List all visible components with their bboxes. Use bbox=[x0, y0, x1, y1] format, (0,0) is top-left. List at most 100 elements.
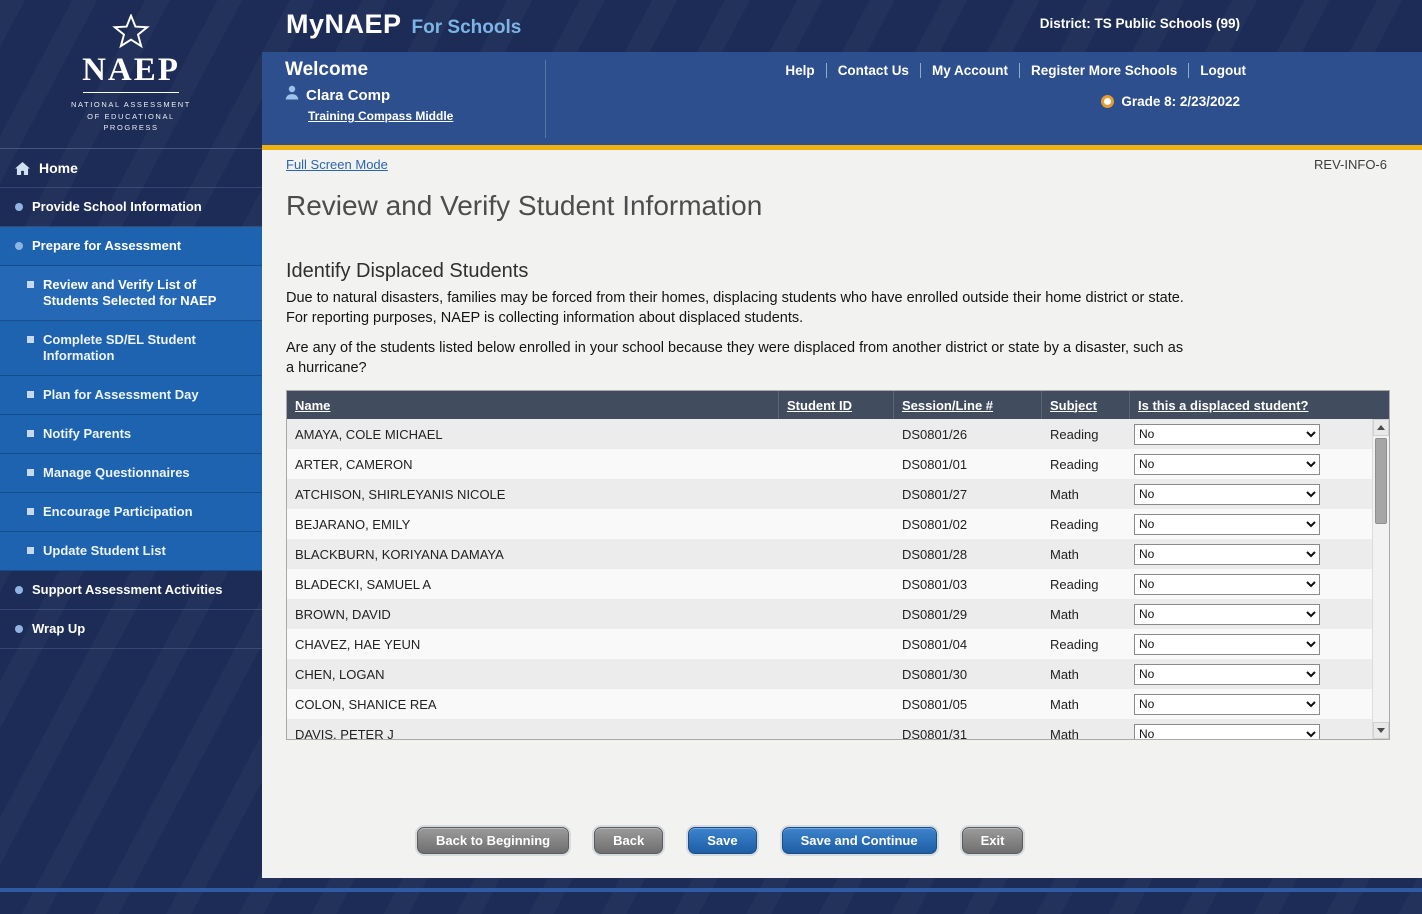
welcome-block: Welcome Clara Comp Training Compass Midd… bbox=[285, 59, 541, 125]
student-table-body: AMAYA, COLE MICHAEL DS0801/26 Reading No… bbox=[287, 419, 1372, 739]
table-scrollbar[interactable] bbox=[1372, 419, 1389, 739]
sidebar-item-encourage-participation[interactable]: Encourage Participation bbox=[0, 493, 262, 532]
square-bullet-icon bbox=[27, 469, 34, 476]
sidebar-item-plan-for-assessment-day[interactable]: Plan for Assessment Day bbox=[0, 376, 262, 415]
table-row: AMAYA, COLE MICHAEL DS0801/26 Reading No bbox=[287, 419, 1372, 449]
session-line-cell: DS0801/27 bbox=[894, 487, 1042, 502]
student-name-cell: BLADECKI, SAMUEL A bbox=[287, 577, 779, 592]
scroll-down-button[interactable] bbox=[1373, 722, 1389, 739]
square-bullet-icon bbox=[27, 391, 34, 398]
displaced-cell: No bbox=[1130, 544, 1372, 565]
naep-logo-text: NAEP bbox=[82, 53, 180, 88]
column-header-label: Student ID bbox=[787, 398, 852, 413]
naep-logo-caption: NATIONAL ASSESSMENT OF EDUCATIONAL PROGR… bbox=[71, 99, 191, 134]
sidebar-item-prepare-for-assessment[interactable]: Prepare for Assessment bbox=[0, 227, 262, 266]
column-header-label: Name bbox=[295, 398, 330, 413]
displaced-cell: No bbox=[1130, 454, 1372, 475]
session-line-cell: DS0801/29 bbox=[894, 607, 1042, 622]
session-line-cell: DS0801/05 bbox=[894, 697, 1042, 712]
grade-indicator: Grade 8: 2/23/2022 bbox=[1101, 94, 1240, 109]
student-name-cell: BEJARANO, EMILY bbox=[287, 517, 779, 532]
back-button[interactable]: Back bbox=[594, 827, 663, 854]
sidebar-item-review-and-verify-students[interactable]: Review and Verify List of Students Selec… bbox=[0, 266, 262, 321]
square-bullet-icon bbox=[27, 508, 34, 515]
sidebar-item-support-assessment-activities[interactable]: Support Assessment Activities bbox=[0, 571, 262, 610]
sidebar-item-update-student-list[interactable]: Update Student List bbox=[0, 532, 262, 571]
displaced-student-select[interactable]: No bbox=[1134, 724, 1320, 740]
displaced-cell: No bbox=[1130, 694, 1372, 715]
displaced-student-select[interactable]: No bbox=[1134, 634, 1320, 655]
sidebar-item-notify-parents[interactable]: Notify Parents bbox=[0, 415, 262, 454]
sidebar-item-manage-questionnaires[interactable]: Manage Questionnaires bbox=[0, 454, 262, 493]
sidebar-item-label: Prepare for Assessment bbox=[32, 238, 181, 254]
subject-cell: Math bbox=[1042, 727, 1130, 740]
column-header-subject[interactable]: Subject bbox=[1042, 391, 1130, 419]
mynaep-app: MyNAEP For Schools District: TS Public S… bbox=[0, 0, 1422, 914]
logo-caption-line: NATIONAL ASSESSMENT bbox=[71, 100, 191, 109]
sidebar-item-label: Home bbox=[39, 160, 78, 176]
table-header: Name Student ID Session/Line # Subject I… bbox=[287, 391, 1389, 419]
scrollbar-thumb[interactable] bbox=[1375, 438, 1387, 524]
session-line-cell: DS0801/26 bbox=[894, 427, 1042, 442]
exit-button[interactable]: Exit bbox=[962, 827, 1024, 854]
displaced-cell: No bbox=[1130, 574, 1372, 595]
contact-us-link[interactable]: Contact Us bbox=[827, 63, 921, 78]
save-and-continue-button[interactable]: Save and Continue bbox=[782, 827, 937, 854]
student-name-cell: DAVIS, PETER J bbox=[287, 727, 779, 740]
sidebar-item-label: Provide School Information bbox=[32, 199, 202, 215]
district-label: District: TS Public Schools (99) bbox=[1040, 16, 1240, 31]
square-bullet-icon bbox=[27, 281, 34, 288]
displaced-cell: No bbox=[1130, 514, 1372, 535]
column-header-displaced[interactable]: Is this a displaced student? bbox=[1130, 391, 1389, 419]
logo-caption-line: PROGRESS bbox=[103, 123, 158, 132]
content-meta-row: Full Screen Mode REV-INFO-6 bbox=[286, 156, 1387, 172]
scroll-up-arrow-icon bbox=[1377, 425, 1385, 430]
scroll-down-arrow-icon bbox=[1377, 728, 1385, 733]
register-more-schools-link[interactable]: Register More Schools bbox=[1020, 63, 1189, 78]
school-name-link[interactable]: Training Compass Middle bbox=[308, 109, 453, 123]
circle-bullet-icon bbox=[15, 586, 23, 594]
displaced-student-select[interactable]: No bbox=[1134, 544, 1320, 565]
table-row: BROWN, DAVID DS0801/29 Math No bbox=[287, 599, 1372, 629]
column-header-name[interactable]: Name bbox=[287, 391, 779, 419]
logout-link[interactable]: Logout bbox=[1189, 63, 1246, 78]
table-row: ATCHISON, SHIRLEYANIS NICOLE DS0801/27 M… bbox=[287, 479, 1372, 509]
home-icon bbox=[15, 162, 30, 175]
table-row: COLON, SHANICE REA DS0801/05 Math No bbox=[287, 689, 1372, 719]
header-nav: Help Contact Us My Account Register More… bbox=[774, 63, 1246, 78]
sidebar-item-home[interactable]: Home bbox=[0, 149, 262, 188]
sidebar-item-provide-school-information[interactable]: Provide School Information bbox=[0, 188, 262, 227]
save-button[interactable]: Save bbox=[688, 827, 756, 854]
displaced-student-select[interactable]: No bbox=[1134, 604, 1320, 625]
welcome-divider bbox=[545, 60, 546, 138]
welcome-label: Welcome bbox=[285, 59, 541, 81]
displaced-student-select[interactable]: No bbox=[1134, 424, 1320, 445]
back-to-beginning-button[interactable]: Back to Beginning bbox=[417, 827, 569, 854]
student-name-cell: CHAVEZ, HAE YEUN bbox=[287, 637, 779, 652]
session-line-cell: DS0801/03 bbox=[894, 577, 1042, 592]
displaced-student-select[interactable]: No bbox=[1134, 484, 1320, 505]
prepare-for-assessment-section: Prepare for Assessment Review and Verify… bbox=[0, 227, 262, 571]
table-body-viewport: AMAYA, COLE MICHAEL DS0801/26 Reading No… bbox=[287, 419, 1389, 739]
column-header-student-id[interactable]: Student ID bbox=[779, 391, 894, 419]
my-account-link[interactable]: My Account bbox=[921, 63, 1020, 78]
grade-label: Grade 8: 2/23/2022 bbox=[1121, 94, 1240, 109]
displaced-student-select[interactable]: No bbox=[1134, 664, 1320, 685]
sidebar-item-complete-sdel-information[interactable]: Complete SD/EL Student Information bbox=[0, 321, 262, 376]
column-header-session-line[interactable]: Session/Line # bbox=[894, 391, 1042, 419]
content-area: Full Screen Mode REV-INFO-6 Review and V… bbox=[262, 150, 1422, 878]
subject-cell: Reading bbox=[1042, 517, 1130, 532]
help-link[interactable]: Help bbox=[774, 63, 826, 78]
full-screen-mode-link[interactable]: Full Screen Mode bbox=[286, 157, 388, 172]
displaced-cell: No bbox=[1130, 484, 1372, 505]
displaced-student-select[interactable]: No bbox=[1134, 514, 1320, 535]
session-line-cell: DS0801/30 bbox=[894, 667, 1042, 682]
displaced-student-select[interactable]: No bbox=[1134, 454, 1320, 475]
displaced-student-select[interactable]: No bbox=[1134, 574, 1320, 595]
table-row: ARTER, CAMERON DS0801/01 Reading No bbox=[287, 449, 1372, 479]
sidebar-item-wrap-up[interactable]: Wrap Up bbox=[0, 610, 262, 649]
scroll-up-button[interactable] bbox=[1373, 419, 1389, 436]
displaced-student-select[interactable]: No bbox=[1134, 694, 1320, 715]
square-bullet-icon bbox=[27, 336, 34, 343]
table-row: CHEN, LOGAN DS0801/30 Math No bbox=[287, 659, 1372, 689]
